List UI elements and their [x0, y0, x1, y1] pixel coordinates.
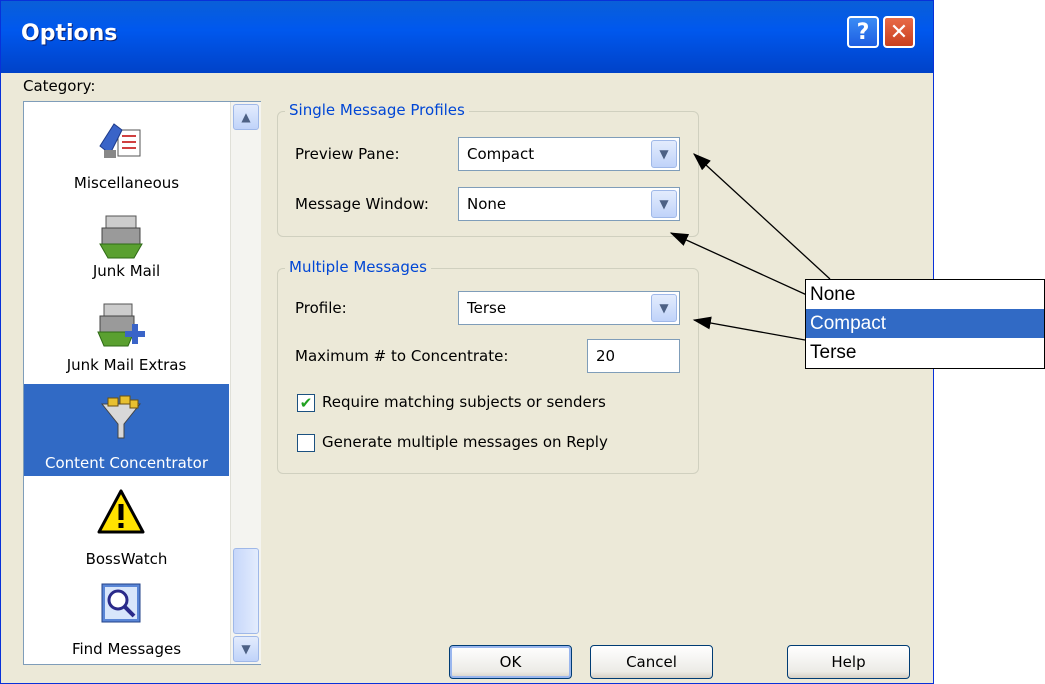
popup-option-none[interactable]: None — [806, 280, 1044, 309]
arrow-to-profile — [692, 316, 806, 341]
arrow-to-preview-pane — [693, 153, 831, 280]
popup-option-compact[interactable]: Compact — [806, 309, 1044, 338]
popup-option-terse[interactable]: Terse — [806, 338, 1044, 367]
dropdown-options-popup: None Compact Terse — [805, 279, 1045, 369]
arrow-to-message-window — [669, 232, 821, 302]
